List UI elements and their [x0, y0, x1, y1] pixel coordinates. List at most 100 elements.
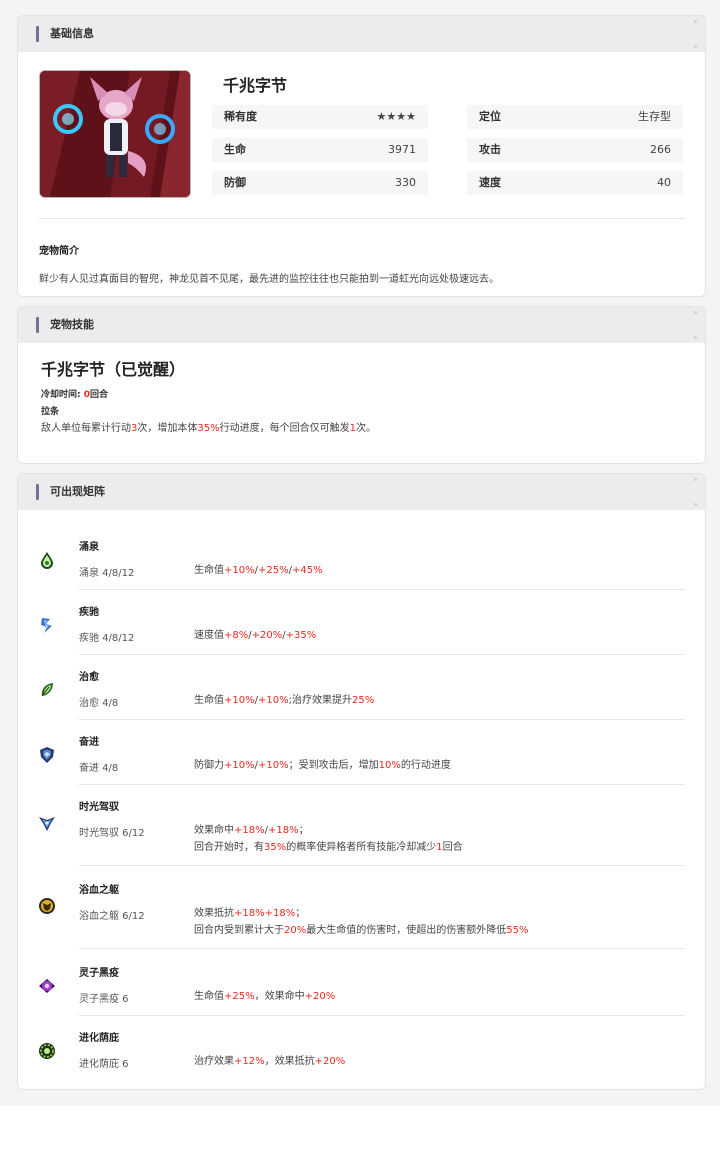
effect-text: 生命值 [194, 565, 224, 576]
effect-line: 治疗效果+12%，效果抵抗+20% [194, 1053, 345, 1070]
heal-leaf-icon [38, 681, 56, 699]
effect-value: 35% [264, 842, 287, 853]
corner-dot [694, 478, 697, 481]
shield-emblem-icon [38, 746, 56, 764]
stat-value: 40 [657, 176, 671, 189]
effect-value: 25% [351, 695, 375, 706]
corner-dot [694, 45, 697, 48]
effect-line: 效果抵抗+18%+18%； [194, 905, 528, 922]
effect-value: +18%+18% [234, 908, 296, 919]
formation-effect: 效果命中+18%/+18%； 回合开始时，有35%的概率使异格者所有技能冷却减少1… [194, 822, 463, 856]
desc-text: 敌人单位每累计行动 [41, 423, 131, 434]
stat-value: ★★★★ [376, 110, 416, 123]
formation-effect: 生命值+10%/+10%;治疗效果提升25% [194, 692, 374, 709]
effect-text: 生命值 [194, 991, 224, 1002]
formation-name: 进化荫庇 [79, 1033, 119, 1044]
effect-text: 回合开始时，有 [194, 842, 264, 853]
basic-info-title: 基础信息 [50, 27, 94, 40]
dash-bolt-icon [38, 616, 56, 634]
formation-tier: 浴血之躯 6/12 [79, 911, 145, 922]
corner-dot [694, 336, 697, 339]
effect-text: 生命值 [194, 695, 224, 706]
effect-value: +20% [304, 991, 336, 1002]
formations-card: 可出现矩阵 涌泉 涌泉 4/8/12 生命值+10%/+25%/+45% 疾驰 疾驰 4… [17, 473, 706, 1090]
effect-value: 20% [284, 925, 307, 936]
effect-value: +10% [257, 760, 289, 771]
effect-value: +35% [285, 630, 317, 641]
formation-tier: 灵子黑疫 6 [79, 994, 129, 1005]
effect-value: +18% [234, 825, 265, 836]
effect-line: 效果命中+18%/+18%； [194, 822, 463, 839]
stat-defense: 防御 330 [212, 171, 428, 195]
corner-dot [694, 311, 697, 314]
effect-text: ;治疗效果提升 [288, 695, 352, 706]
row-divider [79, 1015, 685, 1016]
basic-info-header: 基础信息 [18, 16, 705, 52]
corner-dot [694, 20, 697, 23]
formation-effect: 防御力+10%/+10%；受到攻击后，增加10%的行动进度 [194, 757, 451, 774]
desc-highlight: 35% [197, 423, 220, 434]
stat-role: 定位 生存型 [467, 105, 683, 129]
pet-portrait [39, 70, 191, 198]
stat-label: 生命 [224, 143, 246, 156]
effect-value: 55% [506, 925, 529, 936]
effect-value: +20% [314, 1056, 346, 1067]
row-divider [79, 865, 685, 866]
stat-label: 定位 [479, 110, 501, 123]
formation-tier: 治愈 4/8 [79, 698, 119, 709]
effect-value: +45% [291, 565, 323, 576]
evolve-gear-icon [38, 1042, 56, 1060]
effect-text: 最大生命值的伤害时，使超出的伤害额外降低 [306, 925, 507, 936]
stat-label: 稀有度 [224, 110, 257, 123]
plague-eye-icon [38, 977, 56, 995]
row-divider [79, 784, 685, 785]
formations-header: 可出现矩阵 [18, 474, 705, 510]
effect-line: 生命值+10%/+10%;治疗效果提升25% [194, 692, 374, 709]
effect-text: 效果命中 [194, 825, 234, 836]
section-divider [39, 218, 685, 219]
time-wing-icon [38, 814, 56, 832]
desc-text: 次，增加本体 [137, 423, 198, 434]
stat-attack: 攻击 266 [467, 138, 683, 162]
pet-portrait-image [40, 71, 190, 197]
header-accent-bar [36, 26, 39, 42]
effect-text: ； [295, 908, 306, 919]
effect-line: 回合内受到累计大于20%最大生命值的伤害时，使超出的伤害额外降低55% [194, 922, 528, 939]
effect-text: ； [298, 825, 309, 836]
effect-text: ，效果抵抗 [264, 1056, 315, 1067]
header-accent-bar [36, 317, 39, 333]
effect-text: 的概率使异格者所有技能冷却减少 [286, 842, 437, 853]
skill-tag: 拉条 [41, 407, 60, 417]
stat-value: 3971 [388, 143, 416, 156]
basic-info-card: 基础信息 千兆字节 稀有度 ★★★★ 定位 生存型 生命 3971 攻击 266… [17, 15, 706, 297]
stat-value: 生存型 [638, 110, 671, 123]
effect-value: +10% [224, 565, 255, 576]
formation-name: 疾驰 [79, 607, 99, 618]
pet-name: 千兆字节 [223, 76, 288, 95]
effect-line: 生命值+25%，效果命中+20% [194, 988, 335, 1005]
cooldown-label: 冷却时间: [41, 390, 81, 400]
formation-effect: 速度值+8%/+20%/+35% [194, 627, 316, 644]
effect-value: 10% [378, 760, 401, 771]
desc-text: 行动进度，每个回合仅可触发 [219, 423, 350, 434]
corner-dot [694, 503, 697, 506]
effect-text: 防御力 [194, 760, 224, 771]
formations-title: 可出现矩阵 [50, 485, 105, 498]
stat-label: 防御 [224, 176, 246, 189]
formation-name: 奋进 [79, 737, 99, 748]
effect-value: +12% [234, 1056, 265, 1067]
formation-tier: 涌泉 4/8/12 [79, 568, 135, 579]
skill-name: 千兆字节（已觉醒） [41, 360, 186, 379]
stat-label: 攻击 [479, 143, 501, 156]
formation-name: 浴血之躯 [79, 885, 119, 896]
row-divider [79, 948, 685, 949]
formation-name: 涌泉 [79, 542, 99, 553]
stat-speed: 速度 40 [467, 171, 683, 195]
stat-label: 速度 [479, 176, 501, 189]
effect-line: 回合开始时，有35%的概率使异格者所有技能冷却减少1回合 [194, 839, 463, 856]
skill-cooldown: 冷却时间: 0回合 [41, 387, 108, 400]
formation-tier: 疾驰 4/8/12 [79, 633, 135, 644]
skill-header-title: 宠物技能 [50, 318, 94, 331]
desc-text: 次。 [355, 423, 376, 434]
effect-value: +10% [224, 760, 255, 771]
